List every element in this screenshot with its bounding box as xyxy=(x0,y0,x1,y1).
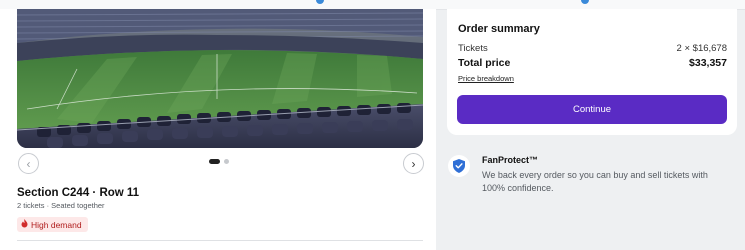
chevron-left-icon: ‹ xyxy=(26,156,31,171)
listing-title: Section C244 · Row 11 xyxy=(17,187,140,199)
price-breakdown-link[interactable]: Price breakdown xyxy=(458,74,514,83)
order-summary-title: Order summary xyxy=(458,23,540,35)
pagination-dot[interactable] xyxy=(224,159,229,164)
badge-label: High demand xyxy=(31,219,82,230)
total-price-label: Total price xyxy=(458,57,511,69)
listing-panel: ‹ › Section C244 · Row 11 2 tickets · Se… xyxy=(0,9,436,250)
high-demand-badge: High demand xyxy=(17,217,88,232)
chevron-right-icon: › xyxy=(411,156,416,171)
fanprotect-title: FanProtect™ xyxy=(482,155,539,165)
continue-button[interactable]: Continue xyxy=(457,95,727,124)
tickets-value: 2 × $16,678 xyxy=(676,43,727,54)
top-indicator xyxy=(316,0,324,4)
flame-icon xyxy=(21,219,28,230)
listing-subtitle: 2 tickets · Seated together xyxy=(17,201,105,210)
pagination-dot-active[interactable] xyxy=(209,159,220,164)
shield-check-icon xyxy=(453,159,465,173)
top-indicator xyxy=(581,0,589,4)
gallery-pagination xyxy=(209,159,229,164)
total-price-value: $33,357 xyxy=(689,57,727,69)
divider xyxy=(17,240,423,241)
tickets-label: Tickets xyxy=(458,43,488,54)
order-summary-card: Order summary Tickets 2 × $16,678 Total … xyxy=(447,9,737,135)
seat-view-image[interactable] xyxy=(17,9,423,148)
gallery-next-button[interactable]: › xyxy=(403,153,424,174)
fanprotect-description: We back every order so you can buy and s… xyxy=(482,170,708,193)
gallery-prev-button[interactable]: ‹ xyxy=(18,153,39,174)
fanprotect-icon-wrap xyxy=(448,155,470,177)
